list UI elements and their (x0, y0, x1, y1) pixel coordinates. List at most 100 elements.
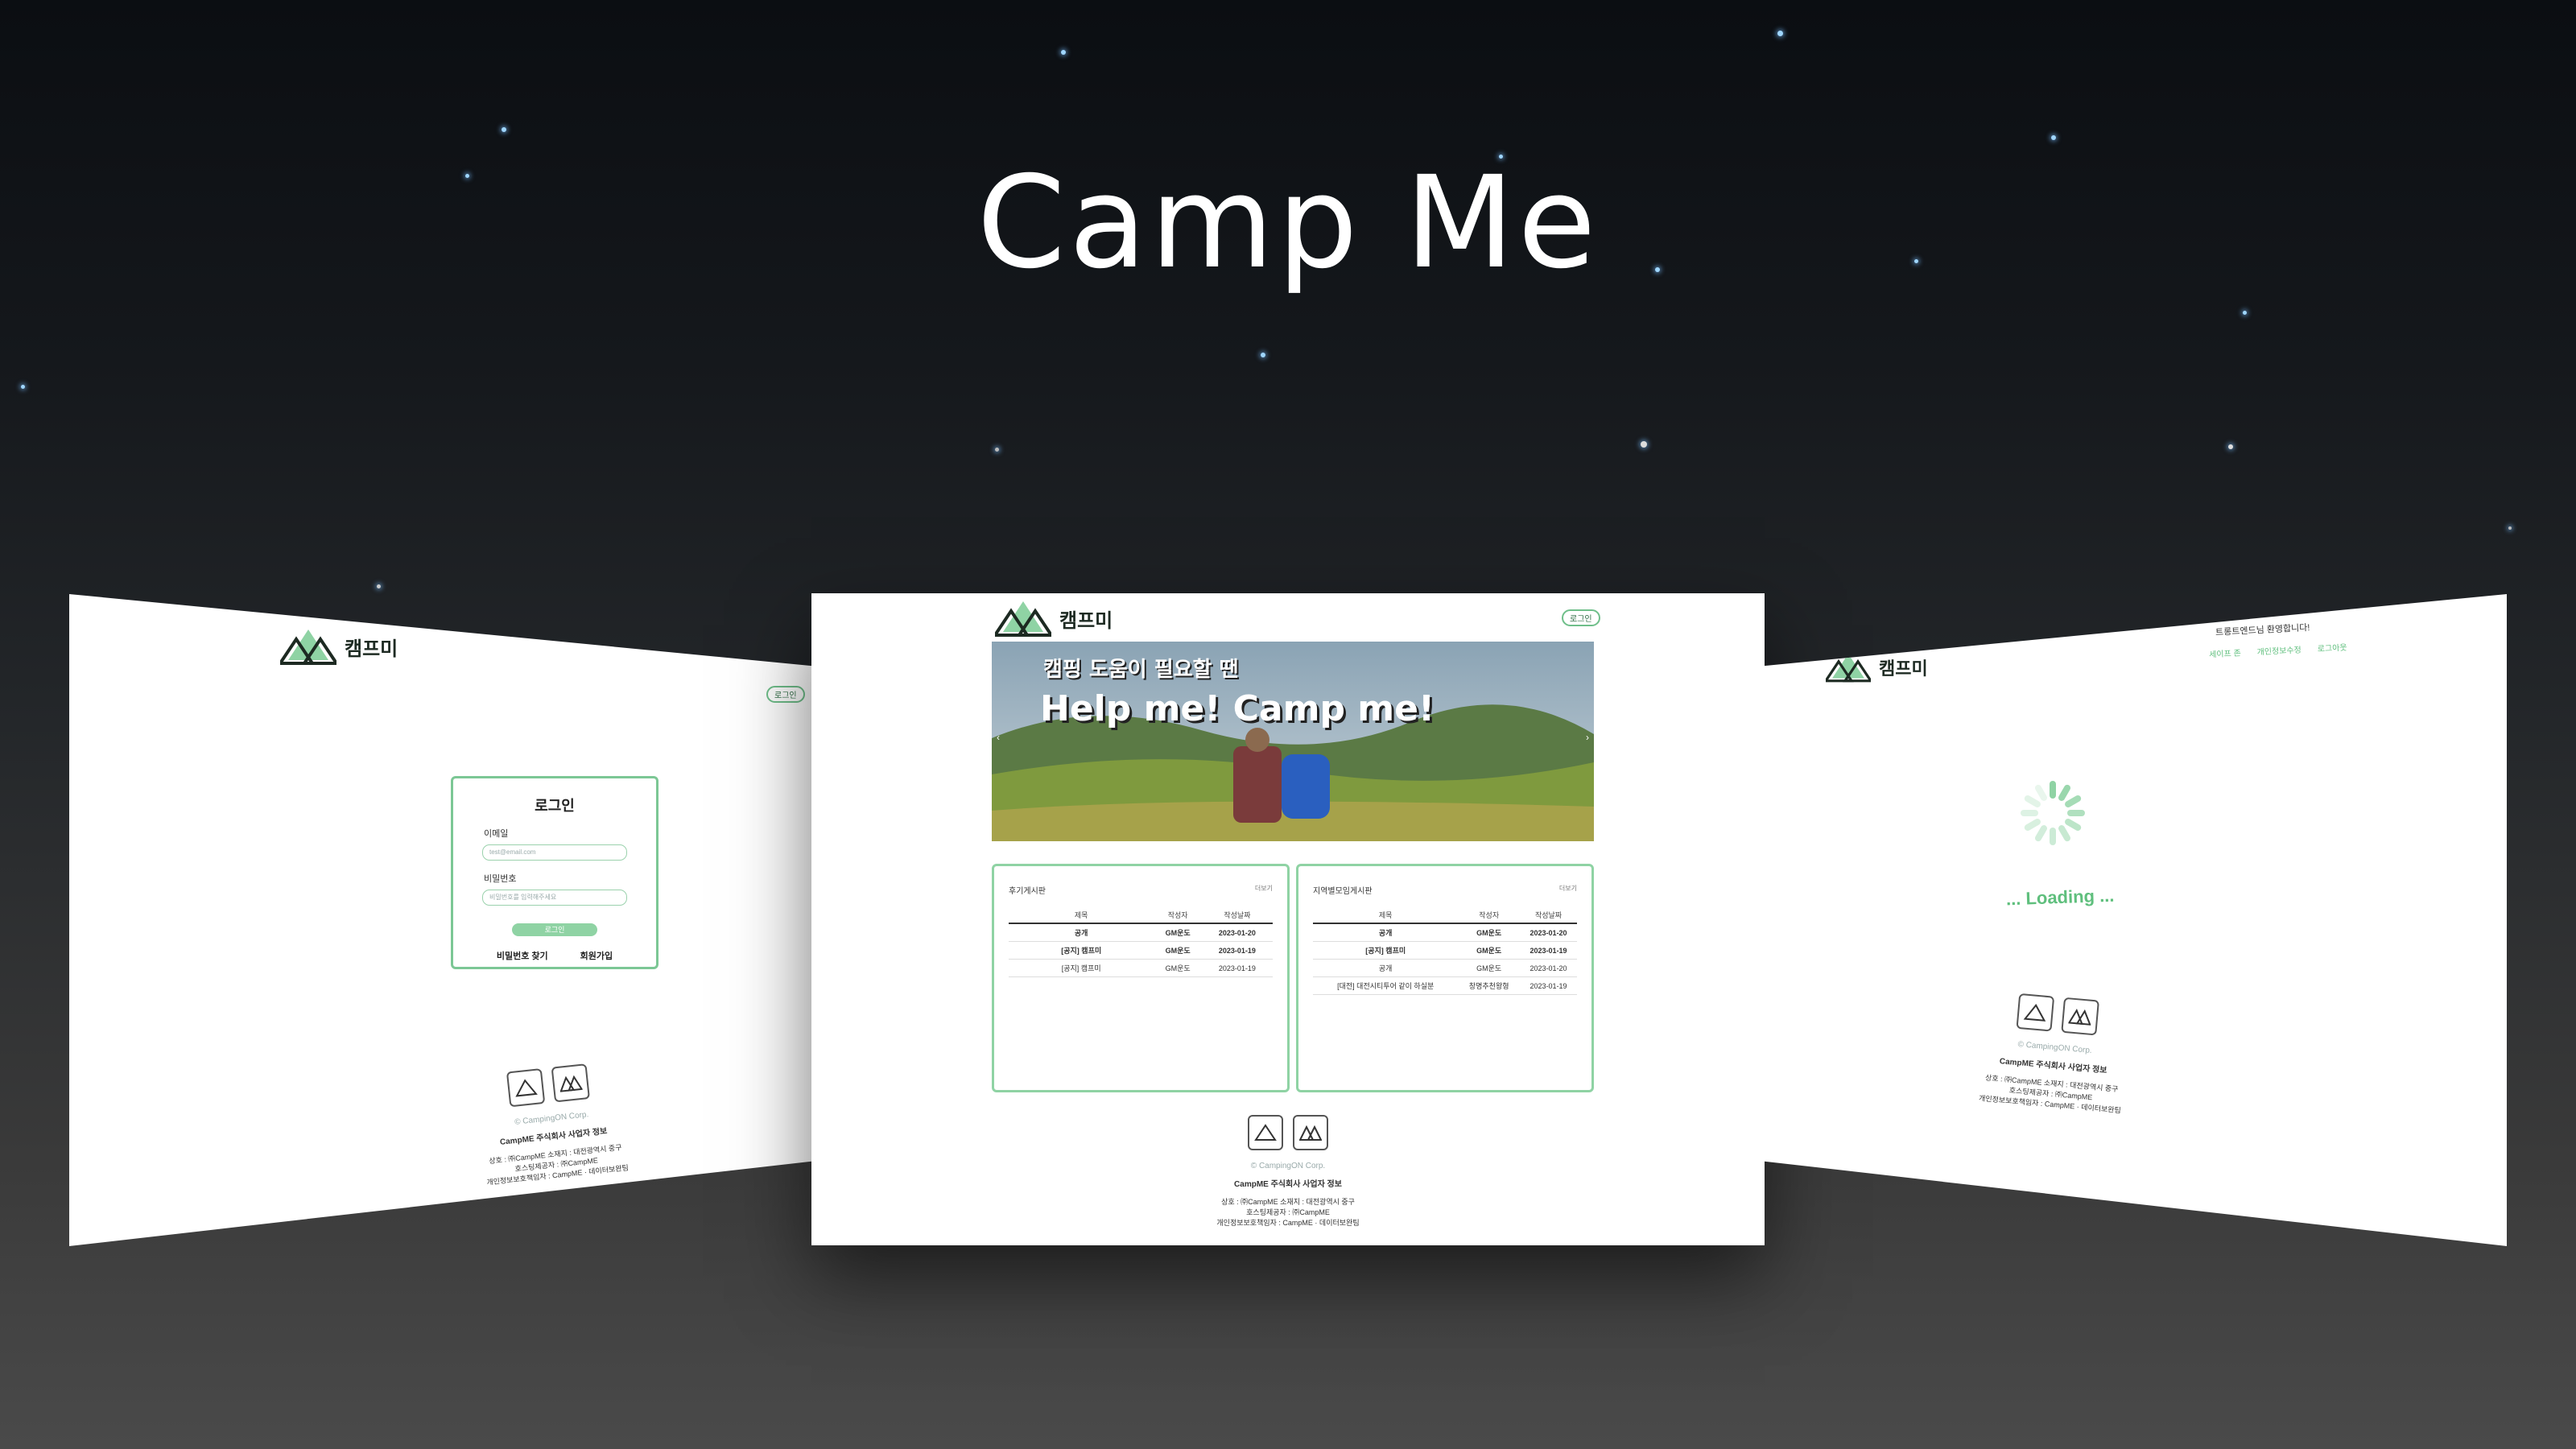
password-label: 비밀번호 (484, 874, 517, 884)
top-login-button[interactable]: 로그인 (1562, 609, 1600, 626)
column-header: 제목 (1313, 907, 1459, 924)
banner-prev-icon[interactable]: ‹ (997, 732, 1000, 743)
footer-line: 상호 : ㈜CampME 소재지 : 대전광역시 중구 (1221, 1198, 1355, 1206)
logo: 캠프미 (1826, 649, 1928, 686)
brand-name: 캠프미 (345, 637, 398, 660)
table-row[interactable]: [공지] 캠프미 GM운도 2023-01-19 (1009, 959, 1273, 977)
review-board-title: 후기게시판 (1009, 887, 1046, 896)
mountain-icon[interactable] (551, 1063, 590, 1103)
region-board: 지역별모임게시판 더보기 제목 작성자 작성날짜 공개 GM운도 2023-01… (1296, 864, 1594, 1092)
cell-date: 2023-01-19 (1201, 941, 1273, 960)
hero-title: Camp Me (976, 149, 1600, 297)
region-board-more-link[interactable]: 더보기 (1559, 884, 1577, 896)
logo: 캠프미 (995, 600, 1113, 637)
table-row[interactable]: [공지] 캠프미 GM운도 2023-01-19 (1313, 941, 1577, 960)
tent-icon[interactable] (2016, 993, 2055, 1032)
login-submit-button[interactable]: 로그인 (512, 923, 597, 936)
loading-text: ... Loading ... (2005, 885, 2115, 910)
mountain-icon[interactable] (2061, 997, 2099, 1036)
star-decoration (995, 448, 999, 452)
tent-icon[interactable] (1248, 1115, 1283, 1150)
login-title: 로그인 (535, 798, 575, 814)
password-field[interactable]: 비밀번호를 입력해주세요 (482, 890, 627, 906)
mountain-icon[interactable] (1293, 1115, 1328, 1150)
table-row[interactable]: [공지] 캠프미 GM운도 2023-01-19 (1009, 941, 1273, 960)
table-row[interactable]: [대전] 대전시티투어 같이 하실분 창명추천왕형 2023-01-19 (1313, 976, 1577, 995)
cell-author: GM운도 (1154, 959, 1202, 977)
cell-date: 2023-01-19 (1201, 959, 1273, 977)
welcome-message: 트롱트엔드님 환영합니다! (2215, 622, 2310, 638)
cell-date: 2023-01-19 (1520, 941, 1577, 960)
loading-spinner-icon (2021, 781, 2085, 845)
star-decoration (377, 584, 381, 588)
review-board-more-link[interactable]: 더보기 (1255, 884, 1273, 896)
cell-title: 공개 (1313, 959, 1459, 977)
star-decoration (2508, 526, 2512, 530)
cell-author: GM운도 (1154, 923, 1202, 942)
region-board-table: 제목 작성자 작성날짜 공개 GM운도 2023-01-20 [공지] 캠프미 … (1313, 907, 1577, 995)
table-row[interactable]: 공개 GM운도 2023-01-20 (1313, 959, 1577, 977)
mountain-logo-icon (1826, 654, 1871, 683)
email-label: 이메일 (484, 829, 509, 839)
cell-date: 2023-01-20 (1520, 959, 1577, 977)
region-board-title: 지역별모임게시판 (1313, 887, 1373, 896)
column-header: 제목 (1009, 907, 1154, 924)
logo: 캠프미 (280, 628, 398, 665)
cell-title: 공개 (1009, 923, 1154, 942)
column-header: 작성자 (1458, 907, 1520, 924)
banner-headline: 캠핑 도움이 필요할 땐 (1043, 658, 1239, 682)
footer: © CampingON Corp. CampME 주식회사 사업자 정보 상호 … (1889, 983, 2220, 1124)
nav-item[interactable]: 개인정보수정 (2256, 642, 2301, 657)
star-decoration (1777, 31, 1783, 36)
banner-slogan: Help me! Camp me! (1040, 688, 1435, 729)
user-nav: 세이프 존 개인정보수정 로그아웃 (2209, 641, 2347, 660)
cell-author: GM운도 (1458, 959, 1520, 977)
footer-line: 개인정보보호책임자 : CampME · 데이터보완팀 (1216, 1219, 1360, 1227)
table-row[interactable]: 공개 GM운도 2023-01-20 (1313, 923, 1577, 942)
column-header: 작성날짜 (1520, 907, 1577, 924)
nav-item[interactable]: 로그아웃 (2317, 641, 2347, 654)
cell-author: 창명추천왕형 (1458, 976, 1520, 995)
mountain-logo-icon (995, 601, 1051, 637)
star-decoration (1261, 353, 1265, 357)
footer-line: 호스팅제공자 : ㈜CampME (1246, 1208, 1330, 1216)
star-decoration (502, 127, 506, 132)
brand-name: 캠프미 (1059, 609, 1113, 632)
star-decoration (2228, 444, 2233, 449)
column-header: 작성자 (1154, 907, 1202, 924)
cell-date: 2023-01-20 (1520, 923, 1577, 942)
signup-link[interactable]: 회원가입 (580, 949, 613, 962)
nav-item[interactable]: 세이프 존 (2209, 646, 2241, 659)
cell-author: GM운도 (1458, 923, 1520, 942)
cell-date: 2023-01-19 (1520, 976, 1577, 995)
hero-banner: 캠핑 도움이 필요할 땐 Help me! Camp me! ‹ › (992, 642, 1594, 841)
review-board-table: 제목 작성자 작성날짜 공개 GM운도 2023-01-20 [공지] 캠프미 … (1009, 907, 1273, 977)
cell-title: [공지] 캠프미 (1009, 941, 1154, 960)
email-field[interactable]: test@email.com (482, 844, 627, 861)
brand-name: 캠프미 (1879, 659, 1928, 679)
star-decoration (1061, 50, 1066, 55)
login-form: 로그인 이메일 test@email.com 비밀번호 비밀번호를 입력해주세요… (451, 776, 658, 969)
banner-next-icon[interactable]: › (1586, 732, 1589, 743)
mountain-logo-icon (280, 630, 336, 665)
table-row[interactable]: 공개 GM운도 2023-01-20 (1009, 923, 1273, 942)
tent-icon[interactable] (506, 1068, 546, 1108)
star-decoration (2243, 311, 2247, 315)
cell-title: [공지] 캠프미 (1313, 941, 1459, 960)
top-login-button[interactable]: 로그인 (766, 686, 805, 703)
column-header: 작성날짜 (1201, 907, 1273, 924)
star-decoration (1641, 441, 1647, 448)
cell-author: GM운도 (1458, 941, 1520, 960)
footer-copyright: © CampingON Corp. (1250, 1162, 1326, 1170)
cell-title: [대전] 대전시티투어 같이 하실분 (1313, 976, 1459, 995)
star-decoration (2051, 135, 2056, 140)
loading-page-screenshot: 캠프미 트롱트엔드님 환영합니다! 세이프 존 개인정보수정 로그아웃 ... … (1765, 594, 2507, 1246)
cell-author: GM운도 (1154, 941, 1202, 960)
review-board: 후기게시판 더보기 제목 작성자 작성날짜 공개 GM운도 2023-01-20… (992, 864, 1290, 1092)
cell-title: [공지] 캠프미 (1009, 959, 1154, 977)
footer: © CampingON Corp. CampME 주식회사 사업자 정보 상호 … (386, 1051, 719, 1197)
main-page-screenshot: 캠프미 로그인 캠핑 도움이 필요할 땐 Help me! Camp me! ‹… (811, 593, 1765, 1245)
footer: © CampingON Corp. CampME 주식회사 사업자 정보 상호 … (1127, 1115, 1449, 1228)
find-password-link[interactable]: 비밀번호 찾기 (497, 949, 548, 962)
login-page-screenshot: 캠프미 로그인 로그인 이메일 test@email.com 비밀번호 비밀번호… (69, 594, 811, 1246)
